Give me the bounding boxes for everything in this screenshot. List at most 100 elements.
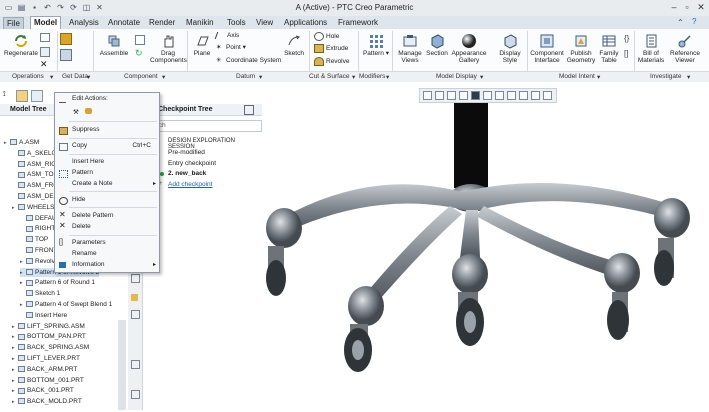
tree-item[interactable]: ▸ A.ASM — [4, 138, 39, 147]
tree-item[interactable]: ▸ LIFT_SPRING.ASM — [12, 322, 85, 331]
user-defined-feature-icon[interactable] — [60, 33, 72, 45]
tree-item[interactable]: TOP — [20, 235, 48, 244]
menu-item-insert-here[interactable]: Insert Here — [55, 157, 159, 167]
group-investigate[interactable]: Investigate — [650, 73, 681, 80]
regenerate-button[interactable]: Regenerate — [3, 33, 39, 57]
checkpoint-item[interactable]: Pre-modified — [168, 149, 205, 156]
datum-display-icon[interactable] — [519, 91, 528, 100]
side-tool-icon[interactable] — [131, 310, 140, 319]
menu-item-information[interactable]: Information ▸ — [55, 260, 159, 270]
drag-components-button[interactable]: Drag Components — [150, 33, 187, 64]
annotation-display-icon[interactable] — [531, 91, 540, 100]
tree-item[interactable]: ▸ BACK_001.PRT — [12, 386, 74, 395]
create-component-icon[interactable] — [135, 35, 145, 45]
tree-item[interactable]: ▸ Pattern 6 of Round 1 — [20, 278, 95, 287]
group-component[interactable]: Component — [124, 73, 158, 80]
delete-icon[interactable]: ✕ — [40, 59, 48, 70]
tree-scrollbar[interactable] — [118, 320, 126, 410]
point-button[interactable]: ✶ Point ▾ — [216, 44, 246, 52]
menu-item-hide[interactable]: Hide — [55, 195, 159, 205]
side-tool-icon[interactable] — [131, 360, 140, 369]
tree-item[interactable]: ▸ BACK_SPRING.ASM — [12, 343, 89, 352]
tree-item[interactable]: ▸ Revolve — [20, 257, 58, 266]
relations-icon[interactable]: {} — [624, 34, 629, 43]
perspective-icon[interactable] — [507, 91, 516, 100]
menu-item-delete[interactable]: ✕ Delete — [55, 222, 159, 232]
add-checkpoint-link[interactable]: Add checkpoint — [168, 181, 212, 188]
menu-item-pattern[interactable]: Pattern — [55, 168, 159, 178]
shrinkwrap-icon[interactable] — [60, 49, 72, 61]
assemble-button[interactable]: Assemble — [96, 33, 132, 57]
component-interface-button[interactable]: Component Interface — [530, 33, 564, 64]
group-datum[interactable]: Datum — [236, 73, 255, 80]
group-operations[interactable]: Operations — [12, 73, 44, 80]
tab-framework[interactable]: Framework — [335, 17, 381, 28]
folder-tab-icon[interactable] — [16, 90, 28, 102]
tab-applications[interactable]: Applications — [281, 17, 330, 28]
minimize-button[interactable]: – — [668, 2, 680, 13]
section-button[interactable]: Section — [424, 33, 450, 57]
manage-views-button[interactable]: Manage Views — [396, 33, 424, 64]
tree-item[interactable]: ▸ BACK_ARM.PRT — [12, 365, 77, 374]
plane-button[interactable]: Plane — [190, 33, 214, 57]
edit-definition-icon[interactable]: ⚒ — [73, 108, 80, 116]
tab-analysis[interactable]: Analysis — [66, 17, 102, 28]
appearance-gallery-button[interactable]: Appearance Gallery — [450, 33, 488, 64]
tree-item[interactable]: RIGHT — [20, 224, 55, 233]
reference-viewer-button[interactable]: Reference Viewer — [668, 33, 702, 64]
checkpoint-item[interactable]: Entry checkpoint — [168, 160, 216, 167]
graphics-window[interactable] — [262, 88, 709, 410]
side-tool-icon[interactable] — [131, 294, 138, 301]
tab-model[interactable]: Model — [30, 16, 62, 30]
group-modifiers[interactable]: Modifiers — [359, 73, 385, 80]
side-tool-icon[interactable] — [131, 274, 140, 283]
coordinate-system-button[interactable]: ✳ Coordinate System — [216, 57, 281, 65]
zoom-in-icon[interactable] — [435, 91, 444, 100]
tree-tab-icon[interactable]: ⟟ — [3, 91, 12, 100]
family-table-button[interactable]: Family Table — [598, 33, 620, 64]
menu-item-rename[interactable]: Rename — [55, 249, 159, 259]
refit-icon[interactable] — [423, 91, 432, 100]
help-icon[interactable]: ? — [692, 17, 696, 26]
pattern-button[interactable]: Pattern ▾ — [362, 33, 390, 57]
view-manager-icon[interactable] — [495, 91, 504, 100]
bill-of-materials-button[interactable]: Bill of Materials — [636, 33, 666, 64]
copy-icon[interactable] — [40, 33, 50, 42]
tree-settings-icon[interactable] — [244, 105, 254, 115]
repaint-icon[interactable] — [459, 91, 468, 100]
group-model-display[interactable]: Model Display — [436, 73, 477, 80]
saved-orientations-icon[interactable] — [483, 91, 492, 100]
paste-icon[interactable] — [40, 47, 50, 57]
axis-button[interactable]: Axis — [214, 32, 239, 40]
tree-item[interactable]: ASM_TOP — [12, 170, 58, 179]
publish-geometry-button[interactable]: Publish Geometry — [566, 33, 596, 64]
group-get-data[interactable]: Get Data — [62, 73, 88, 80]
minimize-ribbon-icon[interactable]: ⌃ — [677, 18, 684, 27]
tab-render[interactable]: Render — [146, 17, 178, 28]
menu-item-parameters[interactable]: [] Parameters — [55, 238, 159, 248]
menu-item-copy[interactable]: Copy Ctrl+C — [55, 141, 159, 151]
tree-item[interactable]: ▸ BOTTOM_PAN.PRT — [12, 332, 86, 341]
tab-tools[interactable]: Tools — [224, 17, 249, 28]
menu-item-delete-pattern[interactable]: ✕ Delete Pattern — [55, 211, 159, 221]
favorites-tab-icon[interactable] — [31, 90, 43, 102]
checkpoint-item-active[interactable]: 2. new_back — [168, 170, 206, 177]
menu-item-create-note[interactable]: Create a Note ▸ — [55, 179, 159, 189]
tree-item[interactable]: ▸ WHEELS_ — [12, 203, 58, 212]
spin-center-icon[interactable] — [543, 91, 552, 100]
checkpoint-search-input[interactable]: Search — [142, 120, 262, 132]
zoom-out-icon[interactable] — [447, 91, 456, 100]
tree-item[interactable]: ▸ BACK_MOLD.PRT — [12, 397, 82, 406]
tree-item[interactable]: Insert Here — [20, 311, 67, 320]
tree-item[interactable]: ▸ Pattern 4 of Swept Blend 1 — [20, 300, 112, 309]
tab-annotate[interactable]: Annotate — [105, 17, 143, 28]
menu-item-suppress[interactable]: Suppress — [55, 125, 159, 135]
revolve-button[interactable]: Revolve — [314, 57, 349, 66]
display-style-button[interactable]: Display Style — [496, 33, 524, 64]
extrude-button[interactable]: Extrude — [314, 44, 348, 53]
tree-item[interactable]: ▸ LIFT_LEVER.PRT — [12, 354, 80, 363]
tab-manikin[interactable]: Manikin — [183, 17, 217, 28]
side-tool-icon[interactable] — [131, 390, 140, 399]
tab-view[interactable]: View — [253, 17, 276, 28]
group-cut-surface[interactable]: Cut & Surface — [309, 73, 349, 80]
